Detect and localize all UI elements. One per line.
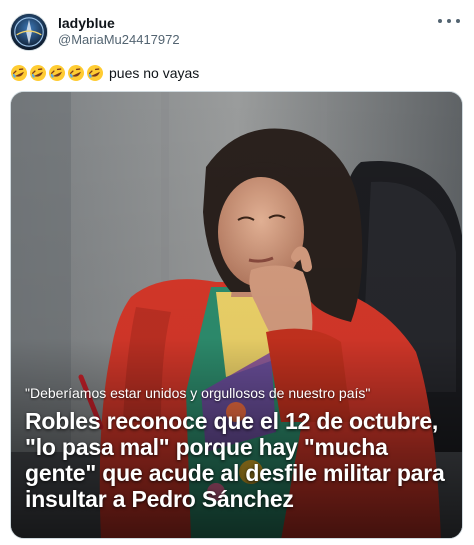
rolling-laughing-emoji-icon xyxy=(30,65,46,81)
rolling-laughing-emoji-icon xyxy=(11,65,27,81)
more-horizontal-icon xyxy=(456,19,460,23)
rolling-laughing-emoji-icon xyxy=(49,65,65,81)
rolling-laughing-emoji-icon xyxy=(68,65,84,81)
media-image[interactable]: "Deberíamos estar unidos y orgullosos de… xyxy=(10,91,463,539)
avatar[interactable] xyxy=(10,13,48,51)
media-quote-text: "Deberíamos estar unidos y orgullosos de… xyxy=(25,385,371,401)
tweet-text: pues no vayas xyxy=(10,63,199,83)
author-display-name[interactable]: ladyblue xyxy=(58,15,115,31)
more-horizontal-icon xyxy=(447,19,451,23)
rolling-laughing-emoji-icon xyxy=(87,65,103,81)
tweet-body-text: pues no vayas xyxy=(109,65,200,81)
more-horizontal-icon xyxy=(438,19,442,23)
tweet[interactable]: ladyblue @MariaMu24417972 pues no vayas xyxy=(0,0,474,545)
more-options-button[interactable] xyxy=(438,14,460,28)
media-headline: Robles reconoce que el 12 de octubre, "l… xyxy=(25,408,445,512)
author-handle[interactable]: @MariaMu24417972 xyxy=(58,32,180,48)
